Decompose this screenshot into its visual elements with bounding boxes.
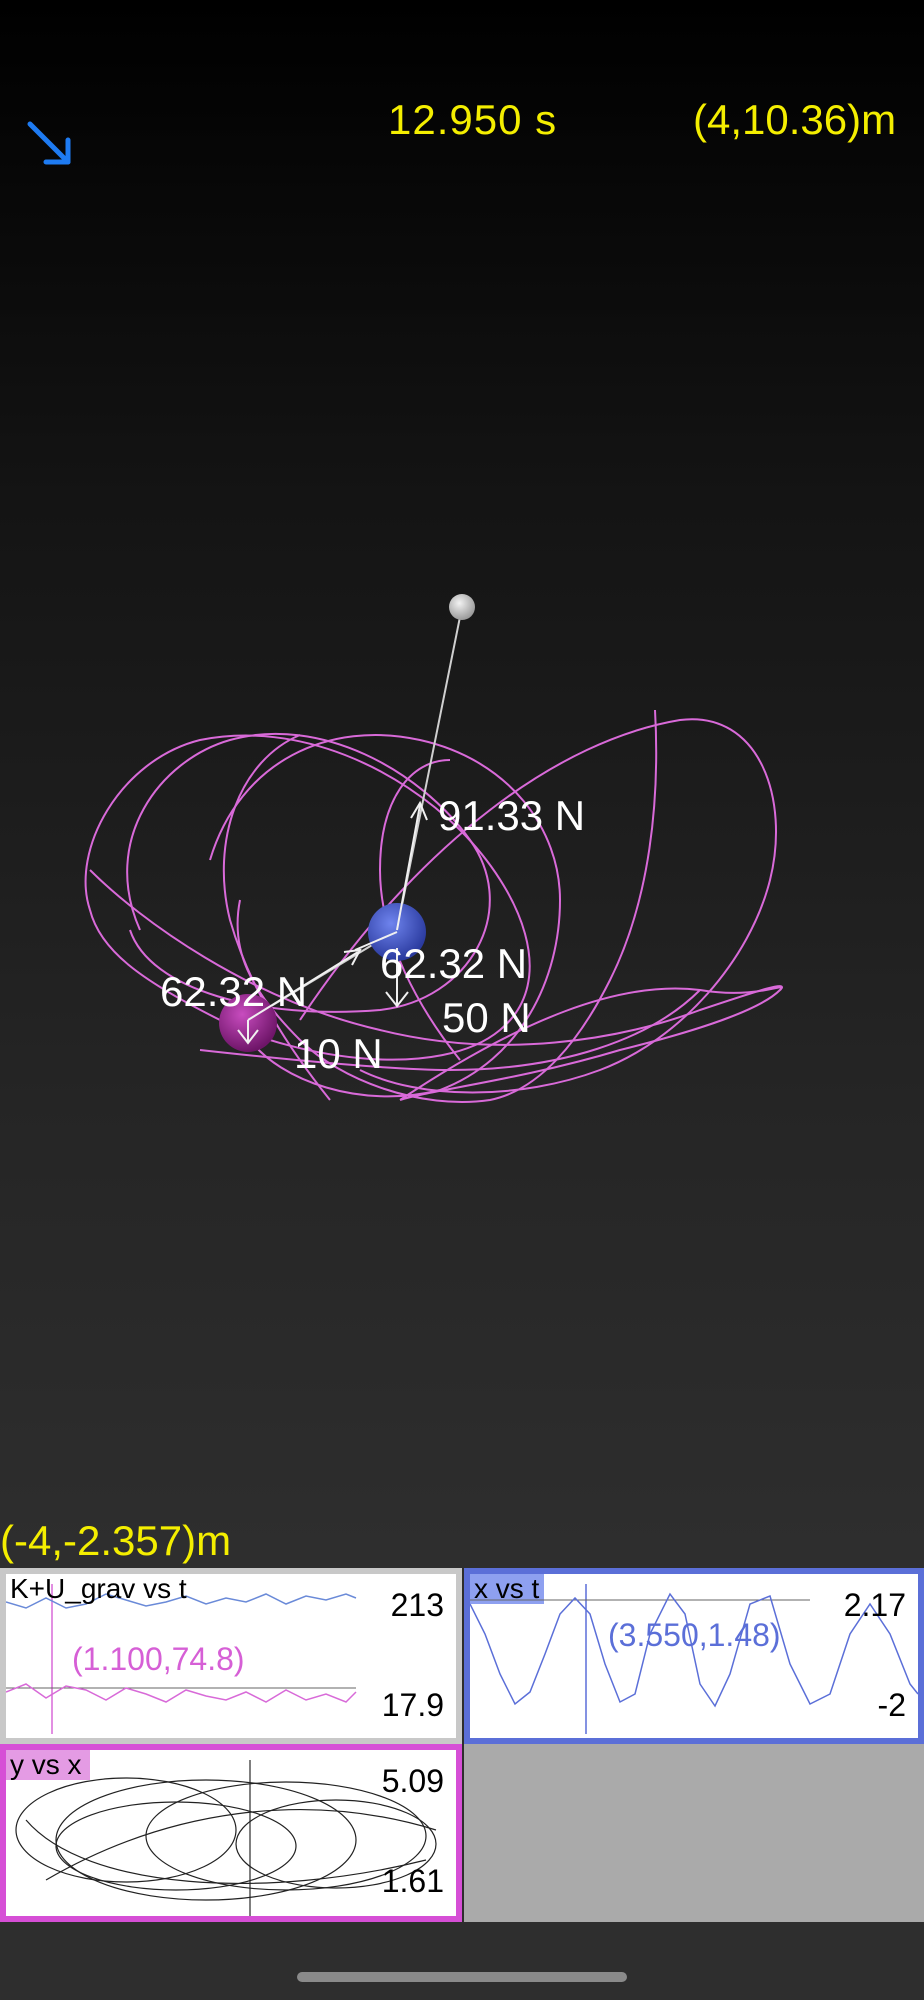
x-vs-t-graph-max: 2.17 [843,1587,906,1623]
weight-label-purple: 10 N [294,1030,383,1077]
top-right-coordinate: (4,10.36)m [693,96,897,143]
arrow-down-right-icon[interactable] [24,118,76,170]
y-vs-x-graph-title: y vs x [10,1749,82,1780]
energy-graph-min: 17.9 [381,1687,444,1723]
pivot-point[interactable] [449,594,475,620]
simulation-time: 12.950 s [388,96,558,143]
tension-label-lower-purple: 62.32 N [160,968,307,1015]
pendulum-scene[interactable]: 91.33 N 62.32 N 62.32 N 50 N 10 N [0,0,924,1540]
weight-label-blue: 50 N [442,994,531,1041]
y-vs-x-graph[interactable]: y vs x 5.09 1.61 [0,1744,462,1922]
energy-graph-title: K+U_grav vs t [10,1573,187,1604]
x-vs-t-graph-title: x vs t [474,1573,540,1604]
empty-graph-slot [464,1744,924,1922]
x-vs-t-graph-min: -2 [877,1687,906,1723]
energy-graph[interactable]: K+U_grav vs t 213 (1.100,74.8) 17.9 [0,1568,462,1744]
motion-trail [84,709,783,1103]
energy-graph-max: 213 [390,1587,444,1623]
home-indicator[interactable] [297,1972,627,1982]
tension-label-upper: 91.33 N [438,792,585,839]
x-vs-t-graph[interactable]: x vs t 2.17 (3.550,1.48) -2 [464,1568,924,1744]
bottom-left-coordinate: (-4,-2.357)m [0,1517,232,1564]
energy-graph-readout: (1.100,74.8) [72,1641,245,1677]
tension-label-lower-blue: 62.32 N [380,940,527,987]
x-vs-t-graph-readout: (3.550,1.48) [608,1617,781,1653]
y-vs-x-graph-max: 5.09 [381,1763,444,1799]
y-vs-x-graph-min: 1.61 [381,1863,444,1899]
